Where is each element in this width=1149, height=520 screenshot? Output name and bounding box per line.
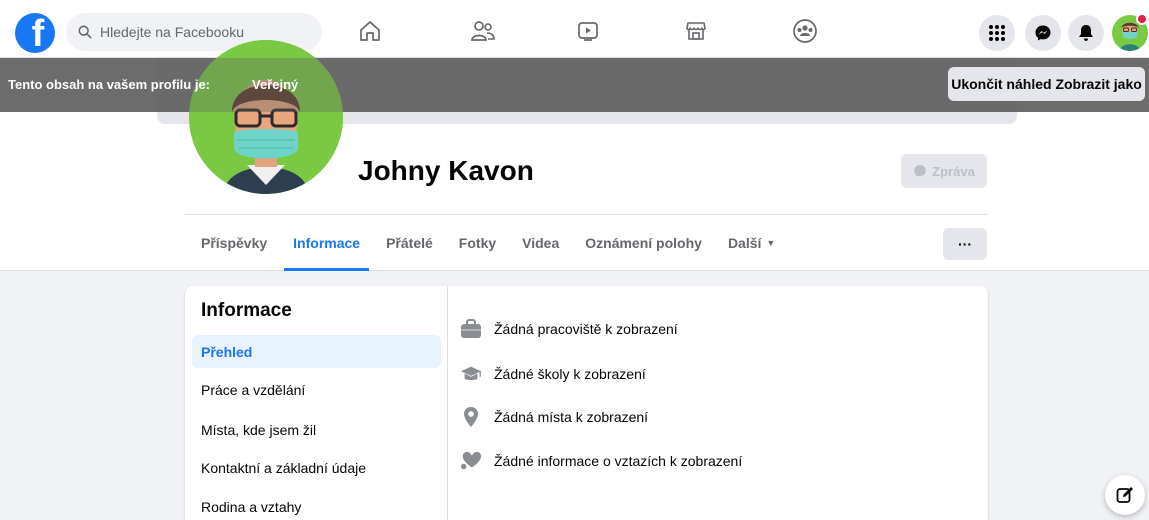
tab-photos[interactable]: Fotky <box>446 215 509 271</box>
exit-view-as-button[interactable]: Ukončit náhled Zobrazit jako <box>948 67 1145 101</box>
caret-down-icon: ▼ <box>766 238 776 248</box>
about-nav-places-label: Místa, kde jsem žil <box>201 421 317 438</box>
about-row-work-text: Žádná pracoviště k zobrazení <box>494 321 678 337</box>
tab-videos-label: Videa <box>522 235 560 251</box>
about-title: Informace <box>201 300 292 321</box>
about-nav-work-education-label: Práce a vzdělání <box>201 381 306 398</box>
briefcase-icon <box>460 318 482 340</box>
about-row-relationship-text: Žádné informace o vztazích k zobrazení <box>494 453 743 469</box>
tab-photos-label: Fotky <box>458 235 497 251</box>
about-row-places: Žádná místa k zobrazení <box>460 406 648 428</box>
about-nav-work-education[interactable]: Práce a vzdělání <box>192 373 441 406</box>
about-nav-overview[interactable]: Přehled <box>192 335 441 368</box>
tab-more[interactable]: Další ▼ <box>715 215 788 271</box>
graduation-cap-icon <box>460 363 482 385</box>
tab-about[interactable]: Informace <box>280 215 373 271</box>
messenger-small-icon <box>914 165 927 177</box>
about-row-relationship: Žádné informace o vztazích k zobrazení <box>460 450 742 472</box>
tab-posts[interactable]: Příspěvky <box>185 215 280 271</box>
profile-name: Johny Kavon <box>358 155 534 186</box>
about-row-work: Žádná pracoviště k zobrazení <box>460 318 678 340</box>
notifications-icon[interactable] <box>1068 15 1104 51</box>
about-row-places-text: Žádná místa k zobrazení <box>494 409 649 425</box>
tab-friends[interactable]: Přátelé <box>373 215 446 271</box>
compose-icon <box>1116 487 1133 503</box>
message-button[interactable]: Zpráva <box>901 154 987 188</box>
about-card: Informace Přehled Práce a vzdělání Místa… <box>185 286 988 520</box>
about-nav-family-label: Rodina a vztahy <box>201 498 302 515</box>
tab-about-label: Informace <box>293 235 361 251</box>
message-button-label: Zpráva <box>932 163 975 179</box>
location-pin-icon <box>460 406 482 428</box>
profile-picture[interactable] <box>189 40 343 194</box>
home-icon[interactable] <box>357 18 383 44</box>
heart-icon <box>460 450 482 472</box>
about-nav-contact-info-label: Kontaktní a základní údaje <box>201 459 367 476</box>
friends-icon[interactable] <box>470 18 496 44</box>
facebook-logo-letter: f <box>31 13 45 53</box>
about-nav-overview-label: Přehled <box>201 343 253 360</box>
about-row-education-text: Žádné školy k zobrazení <box>494 366 646 382</box>
search-input[interactable] <box>100 24 300 40</box>
search-icon <box>78 25 92 39</box>
top-navigation-bar: f <box>0 0 1149 58</box>
tab-check-ins[interactable]: Oznámení polohy <box>572 215 715 271</box>
banner-message: Tento obsah na vašem profilu je: <box>8 77 211 92</box>
about-sidebar: Informace Přehled Práce a vzdělání Místa… <box>185 286 448 520</box>
watch-icon[interactable] <box>575 18 601 44</box>
groups-icon[interactable] <box>792 18 818 44</box>
menu-grid-icon[interactable] <box>979 15 1015 51</box>
about-nav-contact-info[interactable]: Kontaktní a základní údaje <box>192 451 441 484</box>
banner-visibility: Veřejný <box>252 77 299 92</box>
profile-tabs: Příspěvky Informace Přátelé Fotky Videa … <box>185 215 788 271</box>
more-options-button[interactable]: ··· <box>943 228 987 260</box>
tab-more-label: Další <box>727 235 762 251</box>
notification-dot <box>1136 13 1148 25</box>
tab-friends-label: Přátelé <box>386 235 433 251</box>
about-row-education: Žádné školy k zobrazení <box>460 363 646 385</box>
tab-check-ins-label: Oznámení polohy <box>585 235 702 251</box>
facebook-logo[interactable]: f <box>15 13 55 53</box>
tab-videos[interactable]: Videa <box>509 215 572 271</box>
about-nav-family[interactable]: Rodina a vztahy <box>192 490 441 520</box>
about-nav-places[interactable]: Místa, kde jsem žil <box>192 413 441 446</box>
messenger-icon[interactable] <box>1025 15 1061 51</box>
marketplace-icon[interactable] <box>683 18 709 44</box>
tab-posts-label: Příspěvky <box>201 235 268 251</box>
new-message-button[interactable] <box>1105 475 1145 515</box>
